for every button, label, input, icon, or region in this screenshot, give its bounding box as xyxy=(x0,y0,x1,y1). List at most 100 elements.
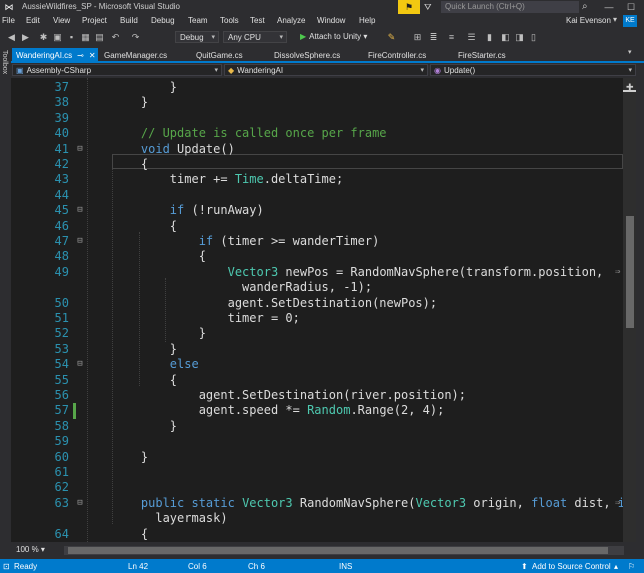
collapse-icon[interactable]: ⊟ xyxy=(75,142,85,157)
notification-flag-icon[interactable]: ⚑ xyxy=(398,0,420,14)
avatar[interactable]: KE xyxy=(623,15,637,27)
collapse-icon[interactable]: ⊟ xyxy=(75,203,85,218)
save-icon[interactable]: ▪ xyxy=(66,31,77,43)
add-to-source-control[interactable]: Add to Source Control xyxy=(532,562,611,571)
code-line[interactable]: 47 ⊟ if (timer >= wanderTimer) xyxy=(11,234,623,249)
code-line[interactable]: 50 agent.SetDestination(newPos); xyxy=(11,296,623,311)
notifications-icon[interactable]: ⚐ xyxy=(628,562,635,571)
code-line[interactable]: 61 xyxy=(11,465,623,480)
tab-game-manager[interactable]: GameManager.cs xyxy=(100,48,190,63)
code-line[interactable]: 60 } xyxy=(11,450,623,465)
code-line[interactable]: 44 xyxy=(11,188,623,203)
prev-bookmark-icon[interactable]: ◧ xyxy=(500,31,511,43)
tab-overflow-icon[interactable]: ▾ xyxy=(628,48,632,56)
code-line[interactable]: 55 { xyxy=(11,373,623,388)
menu-team[interactable]: Team xyxy=(188,16,208,25)
project-dropdown[interactable]: ▣ Assembly-CSharp ▾ xyxy=(12,64,222,76)
code-line[interactable]: 53 } xyxy=(11,342,623,357)
menu-build[interactable]: Build xyxy=(120,16,138,25)
uncomment-icon[interactable]: ☰ xyxy=(466,31,477,43)
menu-debug[interactable]: Debug xyxy=(151,16,175,25)
menu-help[interactable]: Help xyxy=(359,16,375,25)
code-line[interactable]: 63 ⊟ public static Vector3 RandomNavSpher… xyxy=(11,496,623,511)
code-line[interactable]: 40 // Update is called once per frame xyxy=(11,126,623,141)
menu-view[interactable]: View xyxy=(53,16,70,25)
comment-icon[interactable]: ≡ xyxy=(446,31,457,43)
code-line[interactable]: 41 ⊟ void Update() xyxy=(11,142,623,157)
search-icon[interactable]: ⌕ xyxy=(582,0,594,14)
status-column[interactable]: Col 6 xyxy=(188,562,207,571)
code-line[interactable]: 45 ⊟ if (!runAway) xyxy=(11,203,623,218)
open-file-icon[interactable]: ▣ xyxy=(52,31,63,43)
menu-edit[interactable]: Edit xyxy=(26,16,40,25)
member-dropdown[interactable]: ◉ Update() ▾ xyxy=(430,64,636,76)
tab-fire-starter[interactable]: FireStarter.cs xyxy=(454,48,540,63)
platform-dropdown[interactable]: Any CPU ▾ xyxy=(223,31,287,43)
tab-wandering-ai[interactable]: WanderingAI.cs ⊸ ✕ xyxy=(12,48,98,63)
zoom-level[interactable]: 100 % ▾ xyxy=(16,545,48,555)
bookmark-icon[interactable]: ▮ xyxy=(484,31,495,43)
upload-icon[interactable]: ⬆ xyxy=(521,562,528,571)
class-dropdown[interactable]: ◆ WanderingAI ▾ xyxy=(224,64,428,76)
code-line[interactable]: 52 } xyxy=(11,326,623,341)
code-line[interactable]: 57 agent.speed *= Random.Range(2, 4); xyxy=(11,403,623,419)
tab-dissolve-sphere[interactable]: DissolveSphere.cs xyxy=(270,48,360,63)
vertical-scroll-thumb[interactable] xyxy=(626,216,634,328)
menu-analyze[interactable]: Analyze xyxy=(277,16,305,25)
chevron-up-icon[interactable]: ▴ xyxy=(614,562,618,571)
code-line[interactable]: 58 } xyxy=(11,419,623,434)
undo-icon[interactable]: ↶ xyxy=(110,31,121,43)
user-name[interactable]: Kai Evenson xyxy=(566,16,611,25)
code-line[interactable]: 56 agent.SetDestination(river.position); xyxy=(11,388,623,403)
menu-file[interactable]: File xyxy=(2,16,15,25)
unity-tools-icon[interactable]: ✎ xyxy=(386,31,397,43)
code-line[interactable]: 43 timer += Time.deltaTime; xyxy=(11,172,623,187)
code-line[interactable]: 62 xyxy=(11,480,623,495)
code-editor[interactable]: 37 } 38 } 39 40 // Update is called once pe… xyxy=(11,78,623,542)
navigate-forward-icon[interactable]: ▶ xyxy=(20,31,31,43)
menu-test[interactable]: Test xyxy=(250,16,265,25)
quick-launch-input[interactable]: Quick Launch (Ctrl+Q) xyxy=(441,1,579,13)
clear-bookmarks-icon[interactable]: ▯ xyxy=(528,31,539,43)
properties-icon[interactable]: ≣ xyxy=(428,31,439,43)
tab-quit-game[interactable]: QuitGame.cs xyxy=(192,48,278,63)
collapse-icon[interactable]: ⊟ xyxy=(75,496,85,511)
next-bookmark-icon[interactable]: ◨ xyxy=(514,31,525,43)
pin-icon[interactable]: ⊸ xyxy=(77,51,84,60)
feedback-icon[interactable]: ⛛ xyxy=(424,1,436,13)
close-icon[interactable]: ✕ xyxy=(89,51,96,60)
code-line[interactable]: layermask) xyxy=(11,511,623,526)
attach-to-unity-button[interactable]: ▶ Attach to Unity ▾ xyxy=(300,31,367,43)
collapse-icon[interactable]: ⊟ xyxy=(75,357,85,372)
code-line[interactable]: 51 timer = 0; xyxy=(11,311,623,326)
maximize-icon[interactable]: ☐ xyxy=(624,0,638,14)
navigate-back-icon[interactable]: ◀ xyxy=(6,31,17,43)
horizontal-scroll-thumb[interactable] xyxy=(68,547,608,554)
new-project-icon[interactable]: ✱ xyxy=(38,31,49,43)
redo-icon[interactable]: ↷ xyxy=(130,31,141,43)
status-line[interactable]: Ln 42 xyxy=(128,562,148,571)
code-line[interactable]: 38 } xyxy=(11,95,623,110)
code-line[interactable]: 46 { xyxy=(11,219,623,234)
open-folder-icon[interactable]: ▤ xyxy=(94,31,105,43)
code-line[interactable]: 42 { xyxy=(11,157,623,172)
status-char[interactable]: Ch 6 xyxy=(248,562,265,571)
chevron-down-icon[interactable]: ▾ xyxy=(613,15,617,24)
menu-tools[interactable]: Tools xyxy=(220,16,239,25)
code-line[interactable]: 48 { xyxy=(11,249,623,264)
status-insert-mode[interactable]: INS xyxy=(339,562,352,571)
code-line[interactable]: 37 } xyxy=(11,80,623,95)
configuration-dropdown[interactable]: Debug ▾ xyxy=(175,31,219,43)
minimize-icon[interactable]: — xyxy=(602,0,616,14)
save-all-icon[interactable]: ▦ xyxy=(80,31,91,43)
code-line[interactable]: 39 xyxy=(11,111,623,126)
menu-window[interactable]: Window xyxy=(317,16,345,25)
code-line[interactable]: 54 ⊟ else xyxy=(11,357,623,372)
code-line[interactable]: 49 Vector3 newPos = RandomNavSphere(tran… xyxy=(11,265,623,280)
code-line[interactable]: 59 xyxy=(11,434,623,449)
tab-fire-controller[interactable]: FireController.cs xyxy=(364,48,454,63)
toolbox-label[interactable]: Toolbox xyxy=(1,50,8,74)
solution-explorer-icon[interactable]: ⊞ xyxy=(412,31,423,43)
menu-project[interactable]: Project xyxy=(82,16,107,25)
code-line[interactable]: wanderRadius, -1); xyxy=(11,280,623,295)
